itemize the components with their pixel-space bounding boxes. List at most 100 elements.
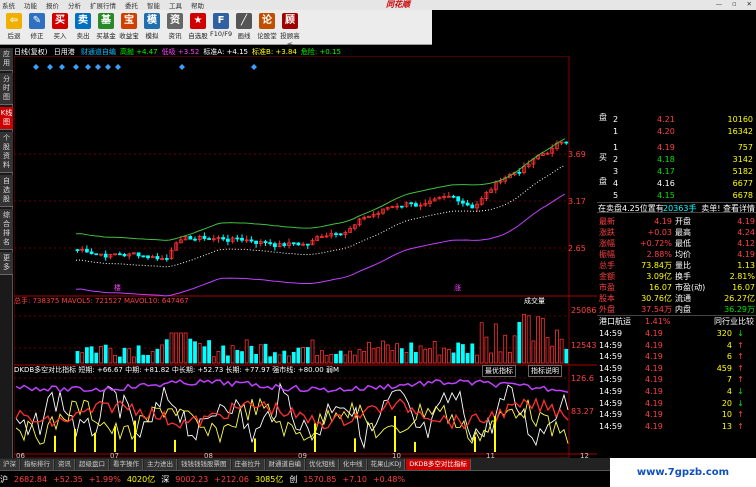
stat-label-2: 换手	[675, 272, 691, 281]
menu-item[interactable]: 扩展行情	[90, 0, 116, 10]
tick-row: 14:59 4.19 4 ↑	[597, 340, 756, 351]
volume-bar	[193, 341, 197, 364]
menu-item[interactable]: 报价	[46, 0, 59, 10]
index-quote: +212.06	[214, 474, 249, 484]
tick-price: 4.19	[645, 363, 663, 373]
volume-bar	[362, 350, 367, 364]
arrow-up-icon: ↑	[737, 352, 744, 362]
menu-item[interactable]: 工具	[169, 0, 182, 10]
indicator-tab[interactable]: 资讯	[55, 458, 75, 470]
toolbar-button[interactable]: 论论股堂	[256, 10, 278, 40]
menu-item[interactable]: 委托	[125, 0, 138, 10]
toolbar-button[interactable]: ╱ 画线	[233, 10, 255, 40]
tick-volume: 320	[716, 329, 732, 338]
toolbar-button[interactable]: 买买入	[49, 10, 71, 40]
indicator-tab[interactable]: 超级盘口	[76, 458, 109, 470]
toolbar-button[interactable]: 卖卖出	[72, 10, 94, 40]
menu-item[interactable]: 帮助	[191, 0, 204, 10]
tick-volume: 4	[726, 387, 732, 396]
indicator-tab[interactable]: 化中线	[340, 458, 367, 470]
legend-item: 低吸 +3.52	[161, 48, 200, 56]
indicator-tab[interactable]: 主力进出	[144, 458, 177, 470]
volume-bar	[85, 347, 89, 364]
level: 3	[613, 167, 619, 176]
toolbar-button[interactable]: ✎ 修正	[26, 10, 48, 40]
kline-chart[interactable]: 3.693.172.65楼 涨2508612543126.683.2706 07 08…	[14, 56, 597, 458]
back-icon: ⇦	[6, 13, 22, 29]
view-tab[interactable]: 应用	[0, 48, 13, 71]
period-label[interactable]: 日线(复权)	[14, 48, 47, 56]
minimize-icon[interactable]: —	[716, 0, 723, 8]
index-quote: +52.35	[53, 474, 83, 484]
toolbar-button[interactable]: 基买基金	[95, 10, 117, 40]
toolbar-button[interactable]: ⇦ 后退	[3, 10, 25, 40]
stat-row: 涨跌 +0.03 最高 4.24	[597, 227, 756, 238]
signal-column	[54, 435, 56, 452]
menu-item[interactable]: 系统	[2, 0, 15, 10]
toolbar-button[interactable]: 资资讯	[164, 10, 186, 40]
candle	[85, 248, 89, 253]
volume-bar	[94, 352, 99, 364]
candle	[249, 239, 254, 242]
toolbar-button[interactable]: F F10/F9	[210, 10, 232, 38]
sector-row: 港口航运 1.41% 同行业比较	[597, 315, 756, 326]
volume-bar	[99, 346, 103, 364]
best-indicator-button[interactable]: 最优指标	[482, 365, 516, 377]
indicator-tab[interactable]: 沪深	[0, 458, 20, 470]
toolbar-label: 画线	[237, 32, 251, 40]
forum-icon: 论	[259, 13, 275, 29]
indicator-tab[interactable]: 财通道自编	[265, 458, 305, 470]
view-tab[interactable]: 自选股	[0, 175, 13, 207]
toolbar-button[interactable]: 宝收益宝	[118, 10, 140, 40]
indicator-tab[interactable]: DKDB多空对比指标	[406, 458, 471, 470]
tick-price: 4.19	[645, 352, 663, 362]
volume-bar	[150, 351, 155, 364]
indicator-tab[interactable]: 花果山KDJ	[367, 458, 406, 470]
view-tab[interactable]: 分时图	[0, 73, 13, 105]
view-tab[interactable]: 综合排名	[0, 209, 13, 250]
candle	[164, 258, 169, 260]
arrow-down-icon: ↓	[737, 398, 744, 408]
indicator-tab[interactable]: 看字操作	[110, 458, 143, 470]
signal-diamond	[47, 64, 53, 70]
toolbar-button[interactable]: 模模拟	[141, 10, 163, 40]
indicator-tab[interactable]: 优化短线	[306, 458, 339, 470]
quote-panel: 盘 2 4.21 10160 1 4.20 16342 1 4.19 757 2 4.18 3142 3 4…	[597, 112, 756, 458]
indicator-tab[interactable]: 指标排行	[21, 458, 54, 470]
stat-value: 37.54万	[641, 305, 672, 314]
indicator-help-button[interactable]: 指标说明	[528, 365, 562, 377]
volume-label[interactable]: 成交量	[524, 296, 545, 306]
toolbar-button[interactable]: ★ 自选股	[187, 10, 209, 40]
stat-row: 总手 73.84万 量比 1.13	[597, 260, 756, 271]
volume-bar	[371, 348, 376, 364]
menu-item[interactable]: 功能	[24, 0, 37, 10]
view-tab[interactable]: 个股资料	[0, 132, 13, 173]
volume-bar	[475, 354, 479, 364]
volume-bar	[451, 352, 456, 364]
volume-bar	[202, 346, 207, 364]
simulate-icon: 模	[144, 13, 160, 29]
short-term-line	[15, 382, 569, 450]
indicator-legend: DKDB多空对比指标 短期: +66.67 中期: +81.82 中长期: +5…	[14, 366, 340, 374]
index-quote: 创	[289, 474, 298, 484]
volume-bar	[432, 341, 437, 364]
view-tab[interactable]: K线图	[0, 107, 13, 130]
toolbar-label: 买基金	[96, 32, 116, 40]
toolbar-label: 买入	[53, 32, 67, 40]
menu-item[interactable]: 智能	[147, 0, 160, 10]
tick-time: 14:59	[599, 340, 623, 350]
price: 4.15	[657, 191, 675, 200]
menu-item[interactable]: 分析	[68, 0, 81, 10]
indicator-tab[interactable]: 庄者拉升	[231, 458, 265, 470]
volume-bar	[395, 343, 400, 364]
maximize-icon[interactable]: ▫	[732, 0, 736, 8]
toolbar-label: F10/F9	[210, 30, 233, 38]
close-icon[interactable]: ✕	[747, 0, 752, 8]
volume-bar	[376, 347, 381, 364]
compare-button[interactable]: 同行业比较	[714, 316, 754, 327]
tick-volume: 20	[721, 398, 732, 408]
view-tab[interactable]: 更多	[0, 252, 13, 275]
toolbar-button[interactable]: 顾投顾高手	[279, 10, 301, 50]
volume-bar	[479, 322, 484, 364]
indicator-tab[interactable]: 钱钱钱钱股票图	[178, 458, 231, 470]
